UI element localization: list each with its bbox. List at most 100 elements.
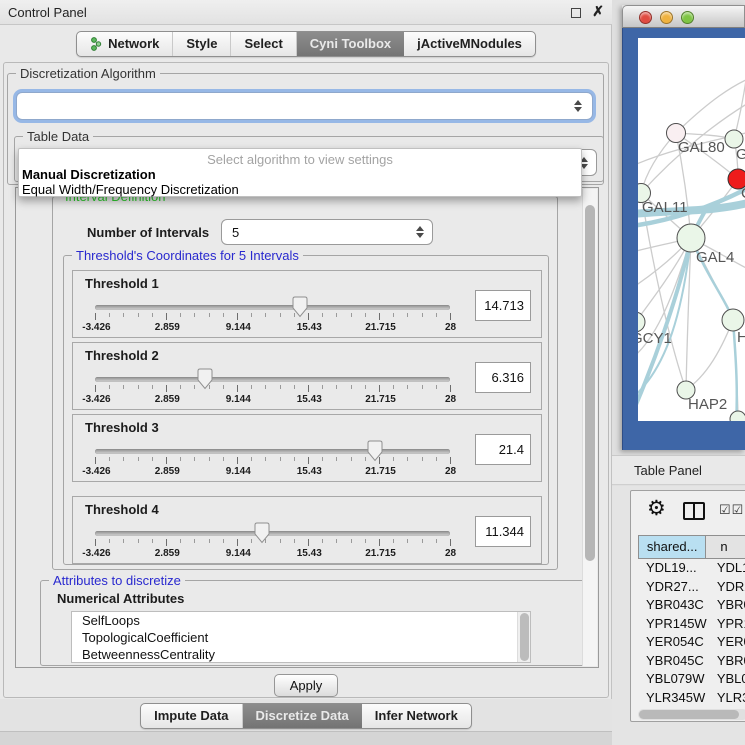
group-title-algorithm: Discretization Algorithm bbox=[16, 66, 160, 81]
top-tabs: NetworkStyleSelectCyni ToolboxjActiveMNo… bbox=[76, 31, 536, 57]
network-canvas[interactable]: GAL80GACGAL11GAL4GCY1HHAP2 bbox=[638, 38, 745, 421]
threshold-label: Threshold 4 bbox=[85, 502, 159, 517]
slider-track[interactable] bbox=[95, 531, 450, 536]
attribute-item[interactable]: SelfLoops bbox=[72, 612, 530, 629]
select-columns-icons[interactable]: ☑☑ bbox=[719, 502, 744, 518]
cell-name[interactable]: YBL0 bbox=[707, 670, 745, 689]
table-row[interactable]: YBR045CYBR0 bbox=[638, 652, 745, 671]
network-node-label: GA bbox=[736, 146, 745, 163]
network-edge[interactable] bbox=[676, 78, 745, 133]
algorithm-dropdown-popup: Select algorithm to view settings Manual… bbox=[18, 148, 582, 197]
bottom-tabs: Impute DataDiscretize Data Infer Network bbox=[140, 703, 472, 729]
list-scrollbar[interactable] bbox=[517, 612, 530, 662]
columns-icon[interactable] bbox=[683, 502, 705, 520]
gear-icon[interactable]: ⚙ bbox=[647, 498, 666, 520]
slider-track-wrap: -3.4262.8599.14415.4321.71528 bbox=[95, 521, 450, 565]
list-scrollbar-thumb[interactable] bbox=[520, 613, 529, 661]
cell-shared-name[interactable]: YER054C bbox=[638, 633, 707, 652]
cell-shared-name[interactable]: YBL079W bbox=[638, 670, 707, 689]
threshold-slider[interactable]: -3.4262.8599.14415.4321.71528 bbox=[87, 367, 468, 411]
threshold-slider[interactable]: -3.4262.8599.14415.4321.71528 bbox=[87, 439, 468, 483]
tab-label: Infer Network bbox=[375, 704, 458, 728]
table-row[interactable]: YPR145WYPR1 bbox=[638, 615, 745, 634]
cell-shared-name[interactable]: YBR043C bbox=[638, 596, 707, 615]
bottom-tab-infer-network[interactable]: Infer Network bbox=[362, 704, 471, 728]
cell-name[interactable]: YDR2 bbox=[707, 578, 745, 597]
cell-name[interactable]: YBR0 bbox=[707, 652, 745, 671]
network-edge[interactable] bbox=[686, 320, 733, 390]
cell-name[interactable]: YDL1 bbox=[707, 559, 745, 578]
tab-jactivemnodules[interactable]: jActiveMNodules bbox=[404, 32, 535, 56]
network-window-titlebar bbox=[622, 5, 745, 28]
table-hscrollbar-thumb[interactable] bbox=[639, 710, 739, 719]
column-header-shared-name[interactable]: shared... bbox=[638, 535, 706, 559]
table-row[interactable]: YER054CYER0 bbox=[638, 633, 745, 652]
table-row[interactable]: YBL079WYBL0 bbox=[638, 670, 745, 689]
dropdown-placeholder-option[interactable]: Select algorithm to view settings bbox=[19, 152, 581, 167]
slider-track[interactable] bbox=[95, 377, 450, 382]
table-row[interactable]: YLR345WYLR3 bbox=[638, 689, 745, 707]
network-node-label: GAL4 bbox=[696, 249, 734, 266]
cell-shared-name[interactable]: YPR145W bbox=[638, 615, 707, 634]
cell-shared-name[interactable]: YBR045C bbox=[638, 652, 707, 671]
threshold-value-field[interactable]: 14.713 bbox=[475, 290, 531, 321]
cell-name[interactable]: YLR3 bbox=[707, 689, 745, 707]
slider-tick-labels: -3.4262.8599.14415.4321.71528 bbox=[95, 322, 450, 334]
cell-shared-name[interactable]: YDR27... bbox=[638, 578, 707, 597]
table-row[interactable]: YBR043CYBR0 bbox=[638, 596, 745, 615]
network-node[interactable] bbox=[730, 411, 745, 421]
cell-name[interactable]: YBR0 bbox=[707, 596, 745, 615]
network-node-label: HAP2 bbox=[688, 396, 727, 413]
tab-cyni-toolbox[interactable]: Cyni Toolbox bbox=[297, 32, 404, 56]
threshold-slider[interactable]: -3.4262.8599.14415.4321.71528 bbox=[87, 295, 468, 339]
bottom-tab-discretize-data[interactable]: Discretize Data bbox=[243, 704, 362, 728]
table-row[interactable]: YDL19...YDL1 bbox=[638, 559, 745, 578]
table-hscrollbar[interactable] bbox=[638, 709, 745, 720]
app-root: Control Panel ✗ NetworkStyleSelectCyni T… bbox=[0, 0, 745, 745]
threshold-slider[interactable]: -3.4262.8599.14415.4321.71528 bbox=[87, 521, 468, 565]
attribute-item[interactable]: BetweennessCentrality bbox=[72, 646, 530, 663]
network-node-gcy1[interactable] bbox=[638, 312, 645, 332]
threshold-value-field[interactable]: 11.344 bbox=[475, 516, 531, 547]
threshold-label: Threshold 1 bbox=[85, 276, 159, 291]
algorithm-select[interactable] bbox=[16, 92, 593, 120]
tab-select[interactable]: Select bbox=[231, 32, 296, 56]
cell-name[interactable]: YER0 bbox=[707, 633, 745, 652]
panel-scrollbar-thumb[interactable] bbox=[585, 205, 595, 561]
threshold-value-field[interactable]: 6.316 bbox=[475, 362, 531, 393]
numerical-attributes-list[interactable]: SelfLoopsTopologicalCoefficientBetweenne… bbox=[71, 611, 531, 663]
control-panel-titlebar: Control Panel ✗ bbox=[0, 0, 612, 25]
tab-style[interactable]: Style bbox=[173, 32, 231, 56]
network-node-label: GAL11 bbox=[642, 199, 688, 216]
float-icon[interactable] bbox=[571, 8, 581, 18]
mac-close-icon[interactable] bbox=[639, 11, 652, 24]
dropdown-option-equal-width[interactable]: Equal Width/Frequency Discretization bbox=[22, 182, 239, 197]
cell-name[interactable]: YPR1 bbox=[707, 615, 745, 634]
cell-shared-name[interactable]: YDL19... bbox=[638, 559, 707, 578]
slider-track[interactable] bbox=[95, 449, 450, 454]
threshold-label: Threshold 2 bbox=[85, 348, 159, 363]
table-panel-header: Table Panel bbox=[612, 455, 745, 485]
slider-track[interactable] bbox=[95, 305, 450, 310]
cell-shared-name[interactable]: YLR345W bbox=[638, 689, 707, 707]
dropdown-option-manual-discretization[interactable]: Manual Discretization bbox=[22, 167, 156, 182]
network-node-gal4[interactable] bbox=[677, 224, 705, 252]
number-of-intervals-select[interactable]: 5 bbox=[221, 219, 433, 245]
slider-tick-labels: -3.4262.8599.14415.4321.71528 bbox=[95, 466, 450, 478]
threshold-value-field[interactable]: 21.4 bbox=[475, 434, 531, 465]
apply-button[interactable]: Apply bbox=[274, 674, 338, 697]
slider-ticks bbox=[95, 313, 450, 321]
mac-zoom-icon[interactable] bbox=[681, 11, 694, 24]
column-header-name[interactable]: n bbox=[706, 535, 745, 559]
panel-scrollbar[interactable] bbox=[582, 189, 597, 666]
close-icon[interactable]: ✗ bbox=[592, 3, 604, 20]
attribute-item[interactable]: TopologicalCoefficient bbox=[72, 629, 530, 646]
table-row[interactable]: YDR27...YDR2 bbox=[638, 578, 745, 597]
top-tab-bar: NetworkStyleSelectCyni ToolboxjActiveMNo… bbox=[0, 31, 612, 57]
network-icon bbox=[90, 37, 102, 51]
tab-network[interactable]: Network bbox=[77, 32, 173, 56]
network-node-h[interactable] bbox=[722, 309, 744, 331]
mac-minimize-icon[interactable] bbox=[660, 11, 673, 24]
network-view-window[interactable]: GAL80GACGAL11GAL4GCY1HHAP2 bbox=[622, 5, 745, 450]
bottom-tab-impute-data[interactable]: Impute Data bbox=[141, 704, 242, 728]
